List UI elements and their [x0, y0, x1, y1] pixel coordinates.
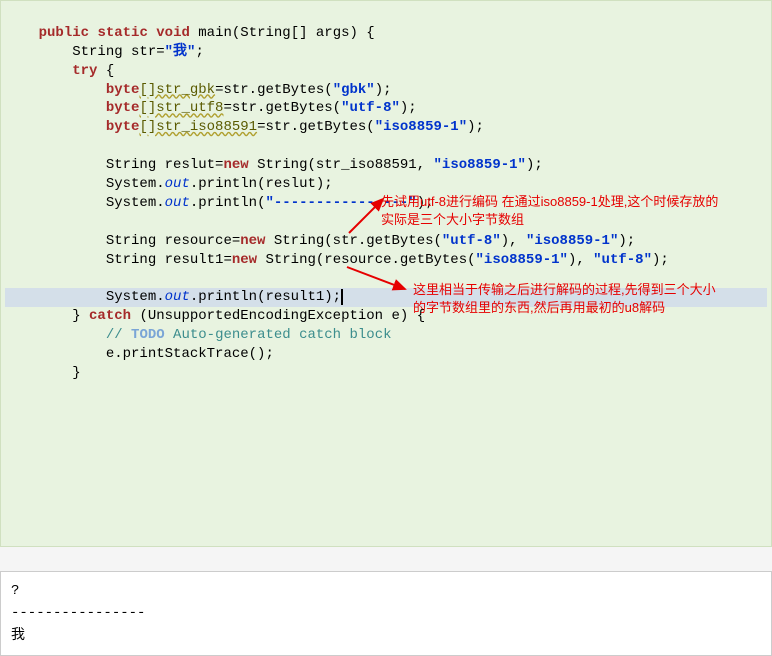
code-line: System.out.println(reslut); — [5, 176, 333, 192]
code-line: } catch (UnsupportedEncodingException e)… — [5, 308, 425, 324]
section-gap — [0, 547, 772, 571]
code-line: e.printStackTrace(); — [5, 346, 274, 362]
code-line: byte[]str_utf8=str.getBytes("utf-8"); — [5, 100, 417, 116]
code-line: } — [5, 365, 81, 381]
code-line: // TODO Auto-generated catch block — [5, 327, 392, 343]
output-line: ? — [11, 583, 19, 599]
code-line: System.out.println("----------------"); — [5, 195, 434, 211]
code-line: String reslut=new String(str_iso88591, "… — [5, 157, 543, 173]
code-line: public static void main(String[] args) { — [5, 25, 375, 41]
code-line: String resource=new String(str.getBytes(… — [5, 233, 635, 249]
text-cursor — [341, 289, 343, 305]
code-line: String result1=new String(resource.getBy… — [5, 252, 669, 268]
code-line: String str="我"; — [5, 44, 204, 60]
code-line: byte[]str_iso88591=str.getBytes("iso8859… — [5, 119, 484, 135]
code-block: public static void main(String[] args) {… — [0, 0, 772, 547]
output-line: ---------------- — [11, 605, 145, 621]
annotation-text-1: 先试用utf-8进行编码 在通过iso8859-1处理,这个时候存放的实际是三个… — [381, 193, 721, 228]
annotation-text-2: 这里相当于传输之后进行解码的过程,先得到三个大小的字节数组里的东西,然后再用最初… — [413, 281, 723, 316]
code-line: byte[]str_gbk=str.getBytes("gbk"); — [5, 82, 392, 98]
output-line: 我 — [11, 628, 25, 644]
code-line: try { — [5, 63, 114, 79]
console-output: ? ---------------- 我 — [0, 571, 772, 656]
